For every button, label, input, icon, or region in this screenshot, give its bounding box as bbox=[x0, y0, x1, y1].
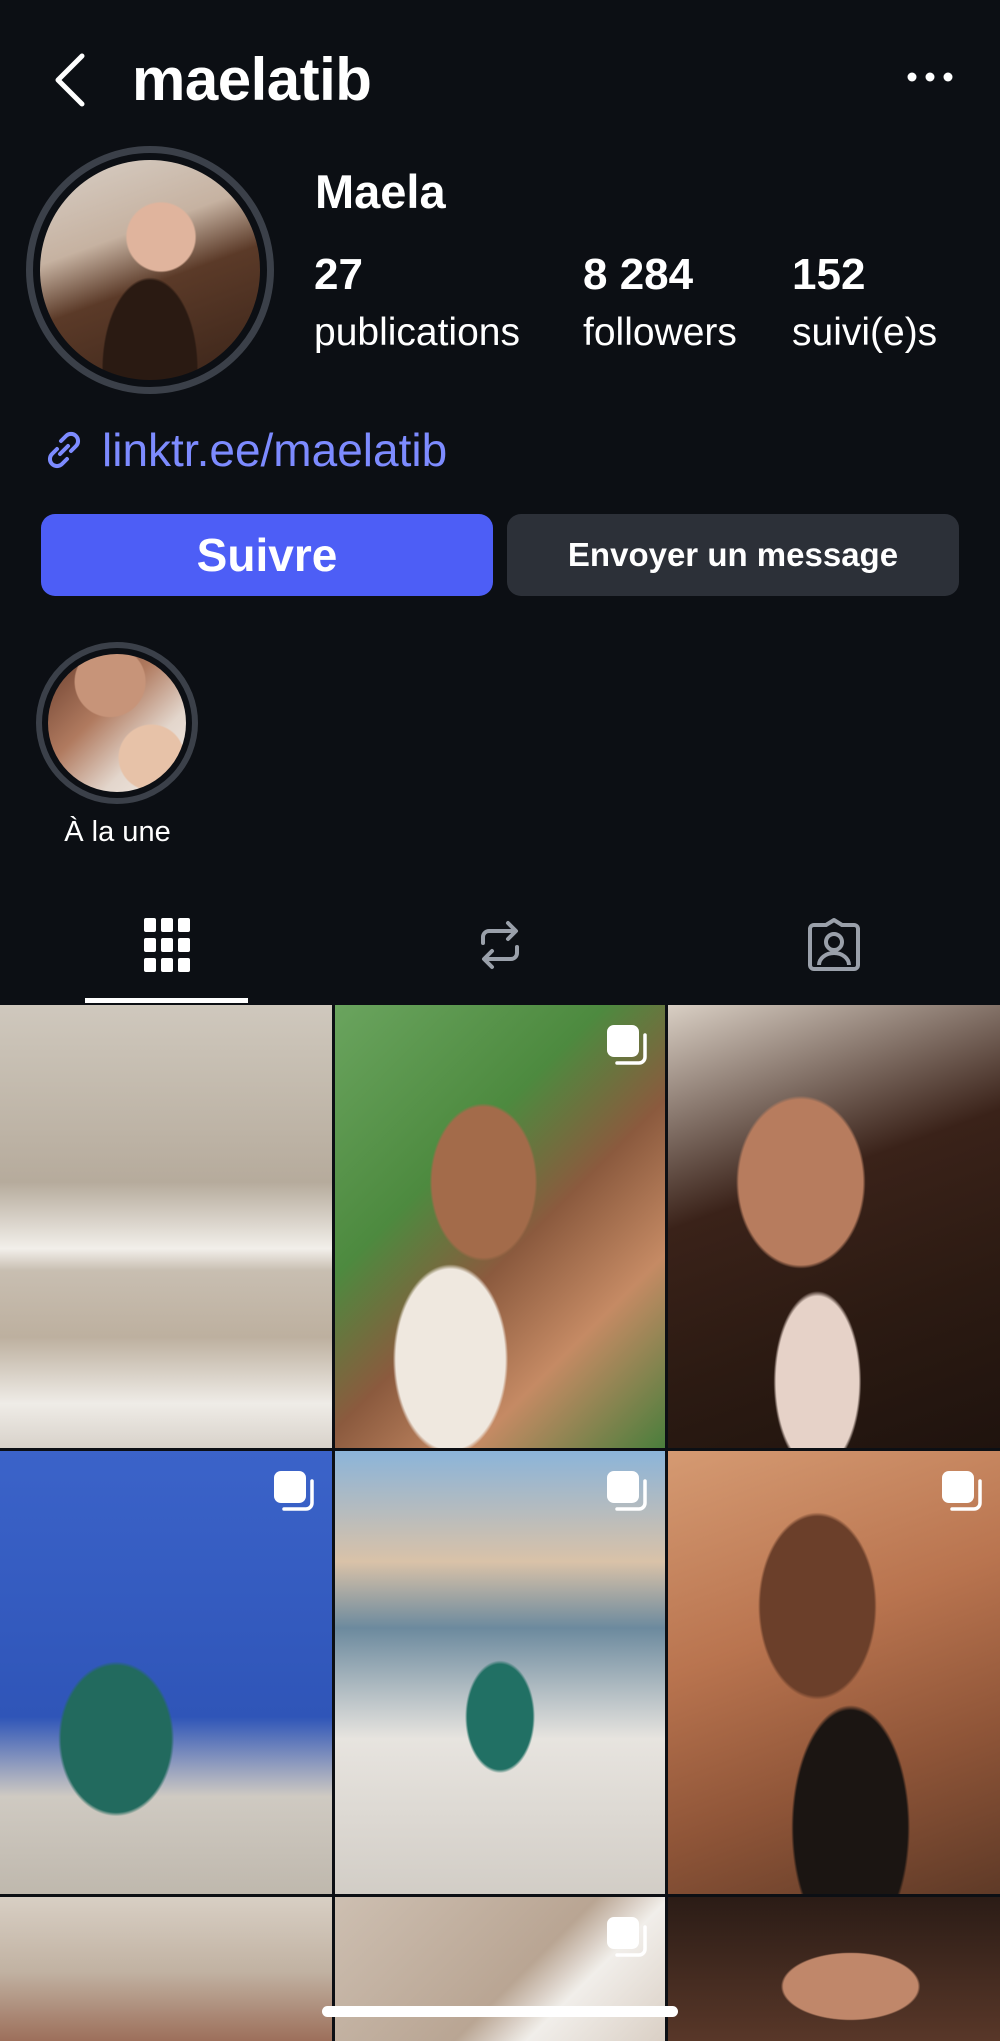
post-thumbnail[interactable] bbox=[0, 1451, 332, 1894]
stat-posts-value: 27 bbox=[314, 250, 363, 299]
link-icon bbox=[47, 431, 81, 469]
tagged-user-icon bbox=[808, 918, 860, 971]
stat-followers[interactable]: 8 284 followers bbox=[583, 248, 737, 360]
follow-button[interactable]: Suivre bbox=[41, 514, 493, 596]
home-indicator[interactable] bbox=[322, 2006, 678, 2017]
post-thumbnail[interactable] bbox=[668, 1005, 1000, 1448]
send-message-button[interactable]: Envoyer un message bbox=[507, 514, 959, 596]
carousel-icon bbox=[942, 1471, 982, 1511]
tab-tagged[interactable] bbox=[774, 900, 894, 990]
stat-following[interactable]: 152 suivi(e)s bbox=[792, 248, 937, 360]
highlight-label: À la une bbox=[64, 816, 171, 848]
tab-reposts[interactable] bbox=[440, 900, 560, 990]
back-chevron-icon[interactable] bbox=[50, 50, 90, 110]
tab-grid[interactable] bbox=[107, 900, 227, 990]
stat-following-label: suivi(e)s bbox=[792, 311, 938, 354]
stat-followers-label: followers bbox=[583, 311, 737, 354]
profile-link[interactable]: linktr.ee/maelatib bbox=[40, 422, 447, 478]
grid-icon bbox=[144, 918, 190, 972]
highlight-cover[interactable] bbox=[48, 654, 186, 792]
post-thumbnail[interactable] bbox=[668, 1451, 1000, 1894]
post-thumbnail[interactable] bbox=[335, 1897, 665, 2041]
post-thumbnail[interactable] bbox=[0, 1897, 332, 2041]
repost-icon bbox=[481, 921, 519, 969]
stat-followers-value: 8 284 bbox=[583, 250, 694, 299]
stat-posts[interactable]: 27 publications bbox=[314, 248, 520, 360]
carousel-icon bbox=[607, 1025, 647, 1065]
profile-username: maelatib bbox=[132, 46, 372, 113]
post-thumbnail[interactable] bbox=[335, 1005, 665, 1448]
display-name: Maela bbox=[315, 165, 446, 218]
carousel-icon bbox=[607, 1917, 647, 1957]
more-options-icon[interactable] bbox=[904, 62, 956, 92]
stat-posts-label: publications bbox=[314, 311, 520, 354]
post-thumbnail[interactable] bbox=[668, 1897, 1000, 2041]
post-thumbnail[interactable] bbox=[335, 1451, 665, 1894]
active-tab-indicator bbox=[85, 998, 248, 1003]
post-thumbnail[interactable] bbox=[0, 1005, 332, 1448]
profile-link-text: linktr.ee/maelatib bbox=[102, 424, 448, 476]
carousel-icon bbox=[607, 1471, 647, 1511]
carousel-icon bbox=[274, 1471, 314, 1511]
stat-following-value: 152 bbox=[792, 250, 866, 299]
avatar[interactable] bbox=[40, 160, 260, 380]
